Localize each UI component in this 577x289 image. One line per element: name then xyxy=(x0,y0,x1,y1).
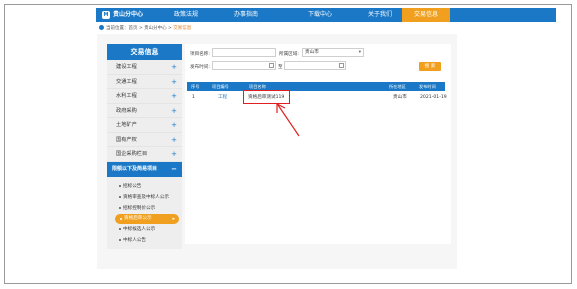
annotation-arrow xyxy=(276,103,300,137)
